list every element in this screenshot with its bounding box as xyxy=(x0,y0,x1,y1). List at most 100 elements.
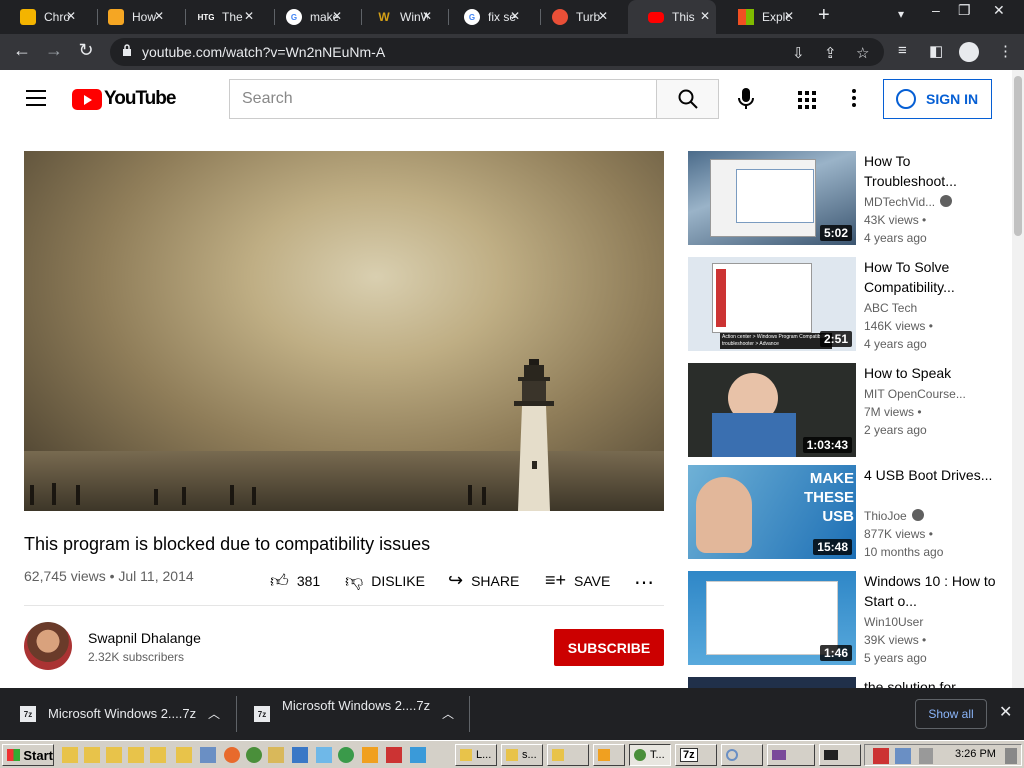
reload-icon[interactable]: ↻ xyxy=(74,40,98,61)
save-button[interactable]: ≡+ SAVE xyxy=(545,570,610,591)
ie-icon[interactable] xyxy=(292,747,308,763)
close-tab-icon[interactable]: ✕ xyxy=(66,9,76,23)
taskbar-button[interactable] xyxy=(721,744,763,766)
sign-in-button[interactable]: SIGN IN xyxy=(883,79,992,119)
media-icon[interactable] xyxy=(362,747,378,763)
rec-channel[interactable]: Win10User xyxy=(864,615,923,629)
browser-tab[interactable]: W WinW ✕ xyxy=(356,0,438,34)
video-thumbnail[interactable]: 1:46 xyxy=(688,571,856,665)
rec-channel[interactable]: MIT OpenCourse... xyxy=(864,387,966,401)
tab-search-chevron-icon[interactable]: ▾ xyxy=(898,7,904,21)
folder-icon[interactable] xyxy=(176,747,192,763)
download-item[interactable]: 7z Microsoft Windows 2....7z ︿ xyxy=(0,688,234,740)
rec-channel[interactable]: ThioJoe xyxy=(864,509,924,523)
notepad-icon[interactable] xyxy=(268,747,284,763)
browser-tab[interactable]: Explo ✕ xyxy=(718,0,800,34)
rec-title[interactable]: Windows 10 : How to Start o... xyxy=(864,571,1004,611)
channel-name[interactable]: Swapnil Dhalange xyxy=(88,630,201,646)
folder-icon[interactable] xyxy=(150,747,166,763)
paint-icon[interactable] xyxy=(316,747,332,763)
taskbar-button[interactable] xyxy=(593,744,625,766)
network-icon[interactable] xyxy=(200,747,216,763)
address-bar[interactable]: youtube.com/watch?v=Wn2nNEuNm-A ⇩ ⇪ ☆ xyxy=(110,38,884,66)
close-tab-icon[interactable]: ✕ xyxy=(700,9,710,23)
rec-title[interactable]: the solution for... xyxy=(864,677,1004,688)
url-text[interactable]: youtube.com/watch?v=Wn2nNEuNm-A xyxy=(142,44,385,60)
rec-channel[interactable]: ABC Tech xyxy=(864,301,917,315)
folder-icon[interactable] xyxy=(128,747,144,763)
dislike-button[interactable]: 👎︎ DISLIKE xyxy=(345,570,425,592)
show-all-downloads-button[interactable]: Show all xyxy=(915,699,987,729)
lock-icon[interactable] xyxy=(122,44,132,56)
close-tab-icon[interactable]: ✕ xyxy=(244,9,254,23)
rec-title[interactable]: 4 USB Boot Drives... xyxy=(864,465,1004,485)
video-player[interactable] xyxy=(24,151,664,511)
close-window-icon[interactable]: ✕ xyxy=(993,2,1005,19)
like-button[interactable]: 👍︎ 381 xyxy=(270,570,320,592)
close-tab-icon[interactable]: ✕ xyxy=(784,9,794,23)
new-tab-icon[interactable]: + xyxy=(818,4,830,27)
youtube-logo[interactable]: YouTube xyxy=(72,88,176,110)
search-button[interactable] xyxy=(656,79,719,119)
close-tab-icon[interactable]: ✕ xyxy=(422,9,432,23)
restore-icon[interactable]: ❐ xyxy=(958,2,971,19)
bookmark-star-icon[interactable]: ☆ xyxy=(856,44,869,62)
hamburger-menu-icon[interactable] xyxy=(26,90,46,106)
more-actions-icon[interactable]: ⋯ xyxy=(634,570,654,595)
start-button[interactable]: Start xyxy=(2,744,54,766)
close-download-bar-icon[interactable]: ✕ xyxy=(999,702,1012,722)
forward-icon[interactable]: → xyxy=(42,40,66,61)
recommended-video[interactable]: 1:46 Windows 10 : How to Start o... Win1… xyxy=(688,571,1008,667)
close-tab-icon[interactable]: ✕ xyxy=(510,9,520,23)
taskbar-button[interactable] xyxy=(819,744,861,766)
close-tab-icon[interactable]: ✕ xyxy=(598,9,608,23)
scrollbar-thumb[interactable] xyxy=(1014,76,1022,236)
chrome-menu-icon[interactable]: ⋮ xyxy=(998,42,1013,60)
tray-network-icon[interactable] xyxy=(895,748,911,764)
folder-icon[interactable] xyxy=(62,747,78,763)
taskbar-button[interactable] xyxy=(767,744,815,766)
minimize-icon[interactable]: – xyxy=(932,2,940,18)
browser-tab[interactable]: Chro ✕ xyxy=(0,0,82,34)
taskbar-button[interactable]: 7z xyxy=(675,744,717,766)
browser-tab-active[interactable]: This ✕ xyxy=(628,0,716,34)
video-thumbnail[interactable]: 1:03:43 xyxy=(688,363,856,457)
taskbar-button[interactable]: L... xyxy=(455,744,497,766)
microphone-icon[interactable] xyxy=(737,87,755,111)
browser-tab[interactable]: How ✕ xyxy=(88,0,170,34)
side-panel-icon[interactable]: ◧ xyxy=(929,42,943,60)
folder-icon[interactable] xyxy=(84,747,100,763)
chrome-quicklaunch-icon[interactable] xyxy=(246,747,262,763)
rec-title[interactable]: How to Speak xyxy=(864,363,1004,383)
browser-tab[interactable]: Turb ✕ xyxy=(532,0,614,34)
app-icon[interactable] xyxy=(386,747,402,763)
back-icon[interactable]: ← xyxy=(10,40,34,61)
install-icon[interactable]: ⇩ xyxy=(792,44,805,62)
apps-grid-icon[interactable] xyxy=(798,91,816,109)
settings-more-icon[interactable] xyxy=(852,89,856,110)
taskbar-button-active[interactable]: T... xyxy=(629,744,671,766)
video-thumbnail[interactable]: 5:02 xyxy=(688,151,856,245)
rec-channel[interactable]: MDTechVid... xyxy=(864,195,953,209)
app-icon[interactable] xyxy=(338,747,354,763)
video-thumbnail[interactable]: MAKE THESE USB 15:48 xyxy=(688,465,856,559)
browser-tab[interactable]: HTG The ✕ xyxy=(178,0,260,34)
reading-list-icon[interactable]: ≡ xyxy=(898,42,907,59)
rec-title[interactable]: How To Solve Compatibility... xyxy=(864,257,1004,297)
subscribe-button[interactable]: SUBSCRIBE xyxy=(554,629,664,666)
firefox-icon[interactable] xyxy=(224,747,240,763)
download-item[interactable]: 7z Microsoft Windows 2....7z ︿ xyxy=(234,688,468,740)
chevron-up-icon[interactable]: ︿ xyxy=(208,705,220,722)
rec-title[interactable]: How To Troubleshoot... xyxy=(864,151,1004,191)
share-button[interactable]: ↪ SHARE xyxy=(448,570,519,591)
close-tab-icon[interactable]: ✕ xyxy=(332,9,342,23)
profile-avatar-icon[interactable] xyxy=(959,42,979,62)
channel-avatar[interactable] xyxy=(24,622,72,670)
tray-security-icon[interactable] xyxy=(873,748,889,764)
taskbar-button[interactable]: s... xyxy=(501,744,543,766)
video-thumbnail[interactable] xyxy=(688,677,856,688)
search-input[interactable]: Search xyxy=(229,79,656,119)
close-tab-icon[interactable]: ✕ xyxy=(154,9,164,23)
recommended-video[interactable]: Action center > Windows Program Compatib… xyxy=(688,257,1008,353)
clock[interactable]: 3:26 PM xyxy=(955,748,996,760)
